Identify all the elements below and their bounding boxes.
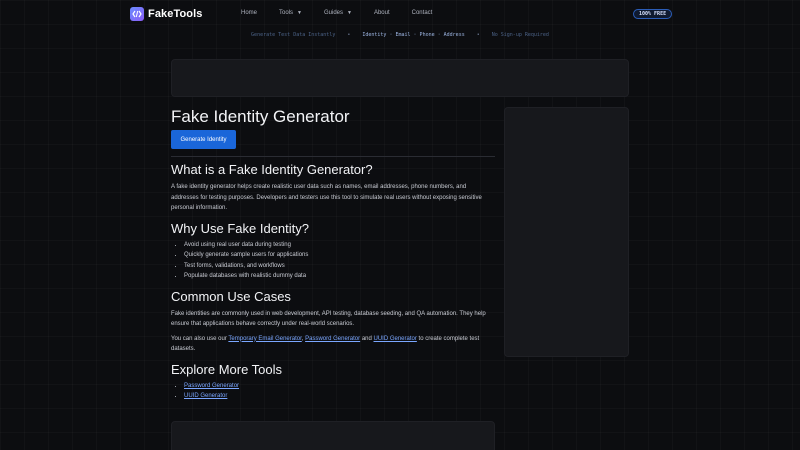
explore-list: Password Generator UUID Generator	[171, 381, 495, 402]
uuid-generator-link[interactable]: UUID Generator	[374, 336, 417, 342]
related-prefix: You can also use our	[171, 335, 227, 342]
list-item: UUID Generator	[184, 391, 495, 402]
feature-ticker: Generate Test Data Instantly • Identity …	[0, 30, 800, 40]
ticker-separator: •	[476, 32, 480, 38]
chevron-down-icon: ▼	[347, 10, 352, 16]
ticker-separator: •	[347, 32, 351, 38]
section-heading-what: What is a Fake Identity Generator?	[171, 162, 373, 177]
chevron-down-icon: ▼	[297, 10, 302, 16]
explore-password-link[interactable]: Password Generator	[184, 383, 239, 389]
section-body-what: A fake identity generator helps create r…	[171, 184, 482, 211]
ticker-item: Generate Test Data Instantly	[251, 32, 336, 38]
main-nav: Home Tools ▼ Guides ▼ About Contact	[241, 10, 454, 16]
nav-home[interactable]: Home	[241, 10, 257, 16]
nav-guides[interactable]: Guides ▼	[324, 10, 352, 16]
divider	[171, 156, 495, 157]
page-title: Fake Identity Generator	[171, 107, 350, 126]
list-item: Password Generator	[184, 381, 495, 392]
list-item: Avoid using real user data during testin…	[184, 240, 495, 251]
section-heading-explore: Explore More Tools	[171, 361, 283, 377]
free-badge: 100% FREE	[633, 9, 673, 19]
list-item: Quickly generate sample users for applic…	[184, 250, 495, 261]
list-item: Test forms, validations, and workflows	[184, 261, 495, 272]
nav-tools-label: Tools	[279, 10, 294, 16]
ticker-item: No Sign-up Required	[491, 32, 549, 38]
section-body-common: Fake identities are commonly used in web…	[171, 310, 486, 328]
bottom-ad-slot	[171, 421, 495, 450]
top-ad-slot	[171, 59, 629, 97]
nav-home-label: Home	[241, 10, 258, 16]
nav-about-label: About	[373, 10, 390, 16]
and-text: and	[361, 335, 372, 342]
related-tools-paragraph: You can also use our Temporary Email Gen…	[171, 334, 495, 355]
list-item: Populate databases with realistic dummy …	[184, 271, 495, 282]
code-brackets-icon	[130, 7, 144, 21]
nav-about[interactable]: About	[374, 10, 390, 16]
main-content: Fake Identity Generator Generate Identit…	[171, 107, 495, 402]
nav-tools[interactable]: Tools ▼	[279, 10, 302, 16]
section-heading-why: Why Use Fake Identity?	[171, 220, 309, 236]
generate-identity-button[interactable]: Generate Identity	[171, 130, 236, 149]
section-heading-common: Common Use Cases	[171, 288, 291, 304]
temp-email-link[interactable]: Temporary Email Generator	[228, 336, 301, 342]
nav-contact-label: Contact	[411, 10, 433, 16]
why-list: Avoid using real user data during testin…	[171, 240, 495, 282]
sidebar-ad-slot	[504, 107, 629, 357]
password-generator-link[interactable]: Password Generator	[305, 336, 360, 342]
nav-contact[interactable]: Contact	[412, 10, 433, 16]
top-navbar: FakeTools Home Tools ▼ Guides ▼ About Co…	[0, 0, 800, 28]
comma: ,	[301, 335, 304, 342]
explore-uuid-link[interactable]: UUID Generator	[184, 393, 227, 399]
site-logo[interactable]: FakeTools	[130, 7, 203, 21]
nav-guides-label: Guides	[323, 10, 343, 16]
ticker-item: Identity · Email · Phone · Address	[362, 32, 465, 38]
logo-text: FakeTools	[148, 8, 203, 20]
